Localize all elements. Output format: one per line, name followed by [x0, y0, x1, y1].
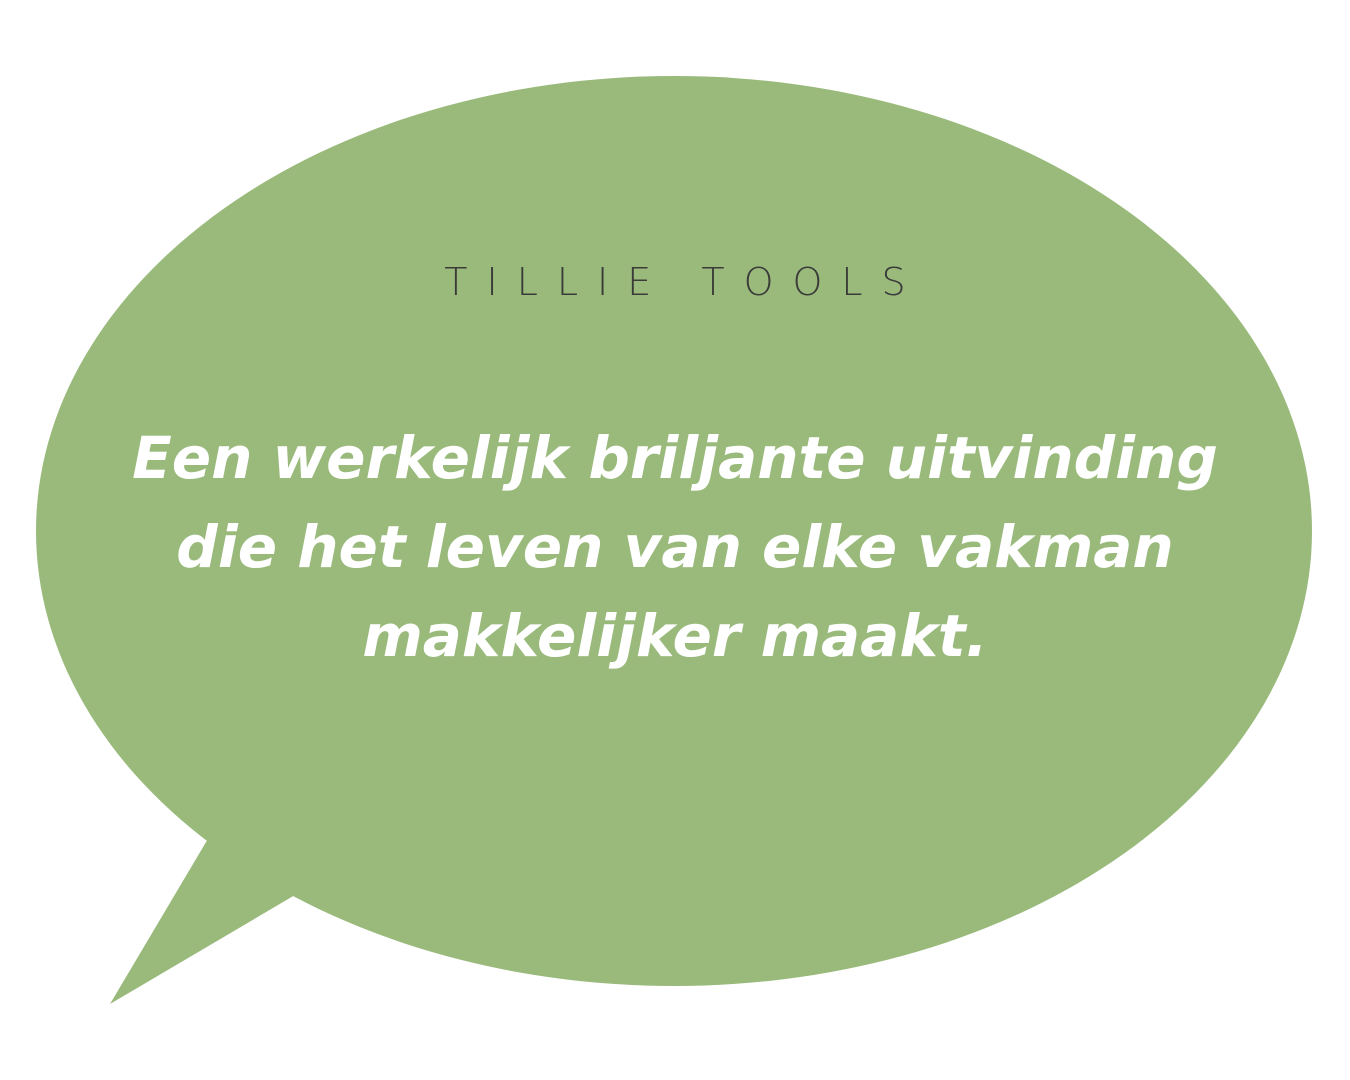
brand-logo: TILLIE TOOLS — [444, 260, 925, 304]
quote-line: die het leven van elke vakman — [176, 513, 1174, 581]
testimonial-quote: Een werkelijk briljante uitvinding die h… — [120, 414, 1230, 681]
quote-line: Een werkelijk briljante uitvinding — [132, 424, 1218, 492]
quote-line: makkelijker maakt. — [362, 602, 988, 670]
